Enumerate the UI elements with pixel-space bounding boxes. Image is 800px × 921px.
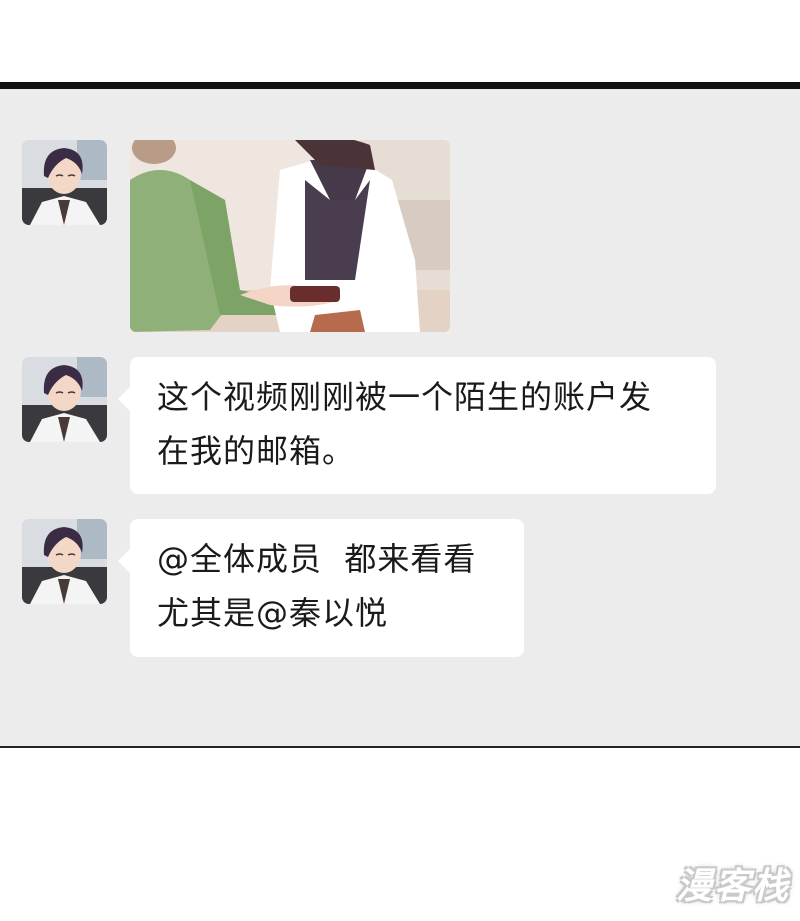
message-bubble[interactable]: 这个视频刚刚被一个陌生的账户发 在我的邮箱。: [118, 357, 716, 494]
sender-avatar[interactable]: [22, 140, 107, 225]
shared-photo[interactable]: [130, 140, 450, 332]
message-line: @全体成员 都来看看: [157, 540, 477, 578]
sender-avatar[interactable]: [22, 519, 107, 604]
message-line: 这个视频刚刚被一个陌生的账户发: [157, 378, 653, 416]
message-line: 尤其是@秦以悦: [157, 594, 389, 632]
message-line: 在我的邮箱。: [157, 432, 356, 470]
chat-panel: 这个视频刚刚被一个陌生的账户发 在我的邮箱。 @全体成员 都来看看 尤其是@秦以…: [0, 82, 800, 748]
message-bubble[interactable]: @全体成员 都来看看 尤其是@秦以悦: [118, 519, 524, 657]
watermark-logo: 漫客栈: [675, 866, 790, 907]
sender-avatar[interactable]: [22, 357, 107, 442]
